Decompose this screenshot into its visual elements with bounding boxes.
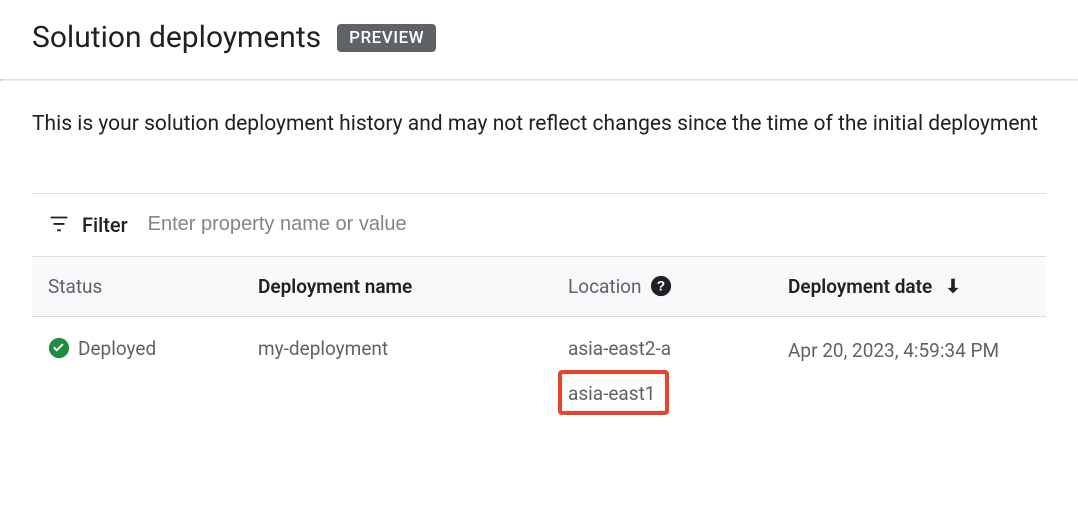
preview-badge: PREVIEW — [337, 24, 436, 52]
filter-label: Filter — [82, 213, 128, 237]
filter-icon — [48, 212, 70, 238]
filter-input[interactable] — [148, 213, 1030, 236]
help-icon[interactable]: ? — [650, 275, 672, 297]
header-deployment-name[interactable]: Deployment name — [242, 275, 552, 298]
header-location-label: Location — [568, 275, 642, 298]
page-title: Solution deployments — [32, 20, 321, 55]
location-primary: asia-east2-a — [568, 337, 671, 360]
check-circle-icon — [48, 337, 70, 359]
sort-descending-icon — [942, 275, 964, 297]
location-cell: asia-east2-a asia-east1 — [552, 337, 772, 415]
table-row: Deployed my-deployment asia-east2-a asia… — [32, 317, 1046, 443]
deployments-table: Status Deployment name Location ? Deploy… — [32, 256, 1046, 443]
table-header: Status Deployment name Location ? Deploy… — [32, 257, 1046, 317]
filter-bar: Filter — [32, 194, 1046, 256]
status-text: Deployed — [78, 337, 156, 360]
svg-text:?: ? — [656, 279, 664, 294]
header-location[interactable]: Location ? — [552, 275, 772, 298]
status-cell: Deployed — [32, 337, 242, 360]
header-deployment-date[interactable]: Deployment date — [772, 275, 1046, 298]
deployment-name-cell[interactable]: my-deployment — [242, 337, 552, 360]
header-status[interactable]: Status — [32, 275, 242, 298]
location-highlighted: asia-east1 — [558, 370, 669, 415]
deployment-date-cell: Apr 20, 2023, 4:59:34 PM — [772, 337, 1046, 366]
header-date-label: Deployment date — [788, 275, 932, 298]
description-text: This is your solution deployment history… — [0, 81, 1078, 161]
